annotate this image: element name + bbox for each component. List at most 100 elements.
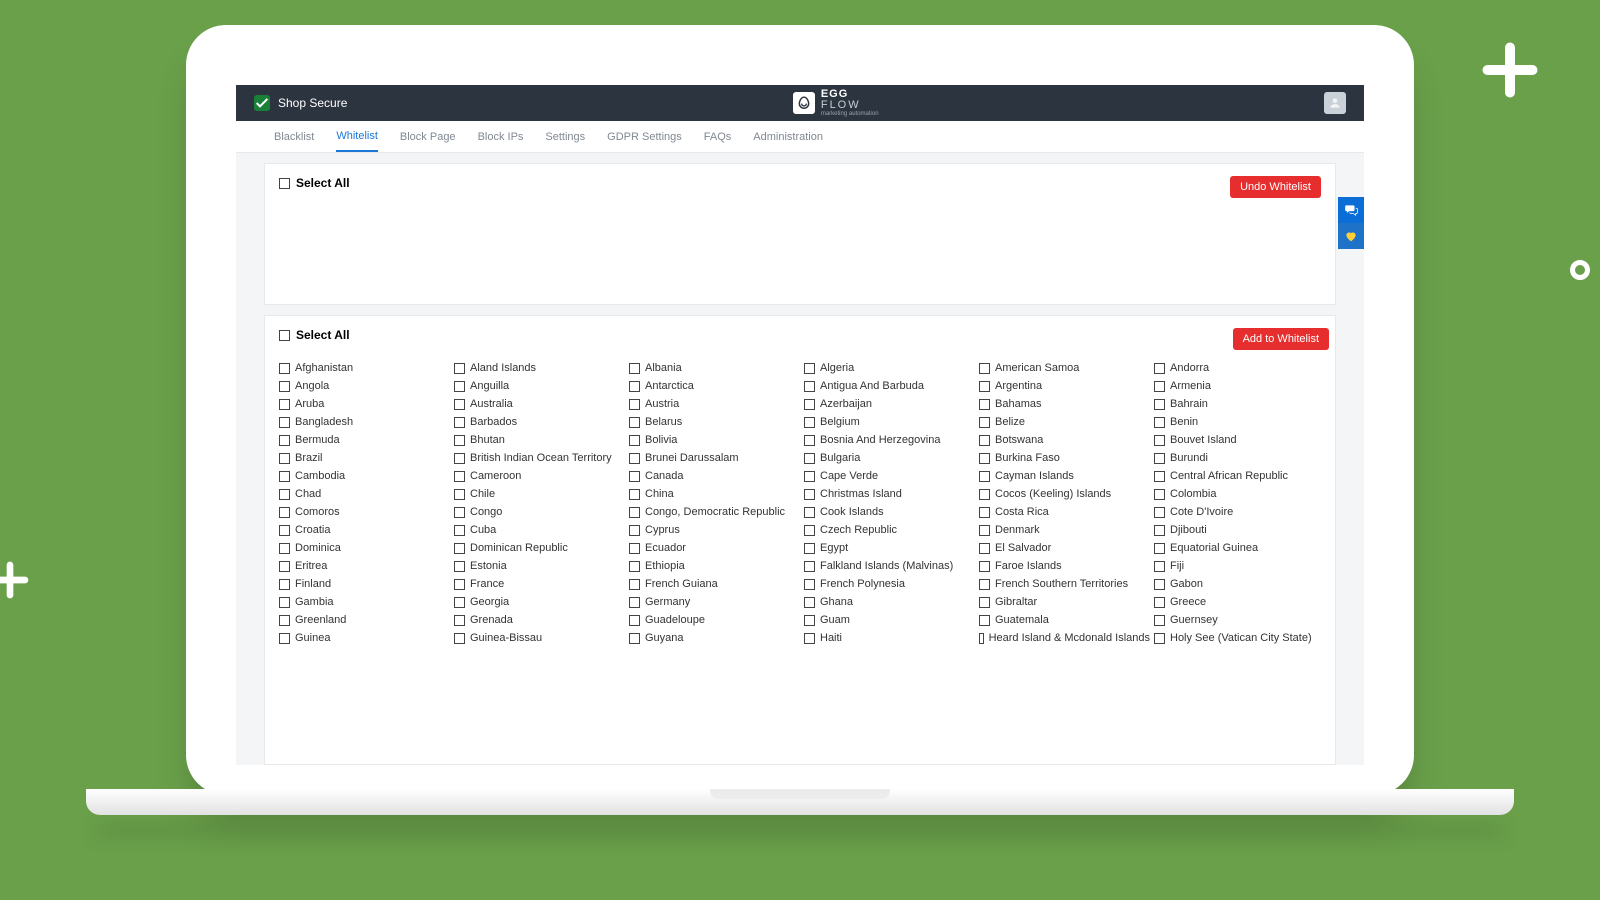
- country-item[interactable]: French Southern Territories: [979, 578, 1150, 590]
- checkbox-icon[interactable]: [279, 399, 290, 410]
- checkbox-icon[interactable]: [979, 399, 990, 410]
- checkbox-icon[interactable]: [804, 417, 815, 428]
- checkbox-icon[interactable]: [454, 615, 465, 626]
- checkbox-icon[interactable]: [1154, 579, 1165, 590]
- checkbox-icon[interactable]: [629, 363, 640, 374]
- country-item[interactable]: Chile: [454, 488, 625, 500]
- country-item[interactable]: Canada: [629, 470, 800, 482]
- chat-widget-button[interactable]: [1338, 197, 1364, 223]
- checkbox-icon[interactable]: [279, 597, 290, 608]
- tab-whitelist[interactable]: Whitelist: [336, 121, 378, 152]
- checkbox-icon[interactable]: [979, 507, 990, 518]
- country-item[interactable]: Falkland Islands (Malvinas): [804, 560, 975, 572]
- checkbox-icon[interactable]: [804, 543, 815, 554]
- country-item[interactable]: Czech Republic: [804, 524, 975, 536]
- country-item[interactable]: Belize: [979, 416, 1150, 428]
- country-item[interactable]: Burkina Faso: [979, 452, 1150, 464]
- checkbox-icon[interactable]: [629, 435, 640, 446]
- country-item[interactable]: Finland: [279, 578, 450, 590]
- checkbox-icon[interactable]: [1154, 471, 1165, 482]
- checkbox-icon[interactable]: [279, 633, 290, 644]
- country-item[interactable]: Austria: [629, 398, 800, 410]
- country-item[interactable]: Cocos (Keeling) Islands: [979, 488, 1150, 500]
- select-all-current[interactable]: Select All: [279, 176, 350, 190]
- app-logo[interactable]: EGG FLOW marketing automation: [793, 89, 879, 117]
- country-item[interactable]: Central African Republic: [1154, 470, 1325, 482]
- country-item[interactable]: Cameroon: [454, 470, 625, 482]
- checkbox-icon[interactable]: [279, 525, 290, 536]
- checkbox-icon[interactable]: [1154, 417, 1165, 428]
- country-item[interactable]: Cayman Islands: [979, 470, 1150, 482]
- checkbox-icon[interactable]: [804, 381, 815, 392]
- checkbox-icon[interactable]: [279, 579, 290, 590]
- country-item[interactable]: Holy See (Vatican City State): [1154, 632, 1325, 644]
- country-item[interactable]: Bhutan: [454, 434, 625, 446]
- checkbox-icon[interactable]: [979, 615, 990, 626]
- checkbox-icon[interactable]: [804, 435, 815, 446]
- checkbox-icon[interactable]: [279, 489, 290, 500]
- country-item[interactable]: Guinea: [279, 632, 450, 644]
- checkbox-icon[interactable]: [979, 489, 990, 500]
- checkbox-icon[interactable]: [979, 525, 990, 536]
- country-item[interactable]: France: [454, 578, 625, 590]
- checkbox-icon[interactable]: [1154, 561, 1165, 572]
- country-item[interactable]: Cambodia: [279, 470, 450, 482]
- checkbox-icon[interactable]: [279, 381, 290, 392]
- checkbox-icon[interactable]: [804, 363, 815, 374]
- country-item[interactable]: Aruba: [279, 398, 450, 410]
- country-item[interactable]: Bosnia And Herzegovina: [804, 434, 975, 446]
- checkbox-icon[interactable]: [804, 471, 815, 482]
- checkbox-icon[interactable]: [629, 615, 640, 626]
- country-item[interactable]: Armenia: [1154, 380, 1325, 392]
- checkbox-icon[interactable]: [454, 435, 465, 446]
- checkbox-icon[interactable]: [629, 525, 640, 536]
- checkbox-icon[interactable]: [1154, 381, 1165, 392]
- country-item[interactable]: Greenland: [279, 614, 450, 626]
- country-item[interactable]: Andorra: [1154, 362, 1325, 374]
- checkbox-icon[interactable]: [979, 633, 984, 644]
- checkbox-icon[interactable]: [629, 633, 640, 644]
- country-item[interactable]: Cape Verde: [804, 470, 975, 482]
- checkbox-icon[interactable]: [629, 507, 640, 518]
- checkbox-icon[interactable]: [629, 543, 640, 554]
- checkbox-icon[interactable]: [804, 615, 815, 626]
- country-item[interactable]: French Guiana: [629, 578, 800, 590]
- country-item[interactable]: Georgia: [454, 596, 625, 608]
- checkbox-icon[interactable]: [454, 597, 465, 608]
- checkbox-icon[interactable]: [279, 417, 290, 428]
- country-item[interactable]: Gibraltar: [979, 596, 1150, 608]
- country-item[interactable]: Faroe Islands: [979, 560, 1150, 572]
- checkbox-icon[interactable]: [454, 561, 465, 572]
- checkbox-icon[interactable]: [454, 489, 465, 500]
- checkbox-icon[interactable]: [979, 597, 990, 608]
- checkbox-icon[interactable]: [629, 381, 640, 392]
- country-item[interactable]: Antigua And Barbuda: [804, 380, 975, 392]
- country-scroll[interactable]: AfghanistanAland IslandsAlbaniaAlgeriaAm…: [279, 362, 1329, 764]
- checkbox-icon[interactable]: [454, 363, 465, 374]
- undo-whitelist-button[interactable]: Undo Whitelist: [1230, 176, 1321, 198]
- checkbox-icon[interactable]: [629, 561, 640, 572]
- country-item[interactable]: Dominica: [279, 542, 450, 554]
- country-item[interactable]: Brunei Darussalam: [629, 452, 800, 464]
- country-item[interactable]: Benin: [1154, 416, 1325, 428]
- country-item[interactable]: Botswana: [979, 434, 1150, 446]
- checkbox-icon[interactable]: [1154, 597, 1165, 608]
- country-item[interactable]: Guinea-Bissau: [454, 632, 625, 644]
- country-item[interactable]: Belgium: [804, 416, 975, 428]
- country-item[interactable]: British Indian Ocean Territory: [454, 452, 625, 464]
- checkbox-icon[interactable]: [1154, 507, 1165, 518]
- country-item[interactable]: El Salvador: [979, 542, 1150, 554]
- country-item[interactable]: Guam: [804, 614, 975, 626]
- checkbox-icon[interactable]: [279, 330, 290, 341]
- checkbox-icon[interactable]: [279, 615, 290, 626]
- checkbox-icon[interactable]: [454, 471, 465, 482]
- country-item[interactable]: China: [629, 488, 800, 500]
- checkbox-icon[interactable]: [1154, 399, 1165, 410]
- country-item[interactable]: Costa Rica: [979, 506, 1150, 518]
- country-item[interactable]: Brazil: [279, 452, 450, 464]
- country-item[interactable]: Egypt: [804, 542, 975, 554]
- checkbox-icon[interactable]: [454, 633, 465, 644]
- country-item[interactable]: Ethiopia: [629, 560, 800, 572]
- checkbox-icon[interactable]: [279, 561, 290, 572]
- checkbox-icon[interactable]: [629, 597, 640, 608]
